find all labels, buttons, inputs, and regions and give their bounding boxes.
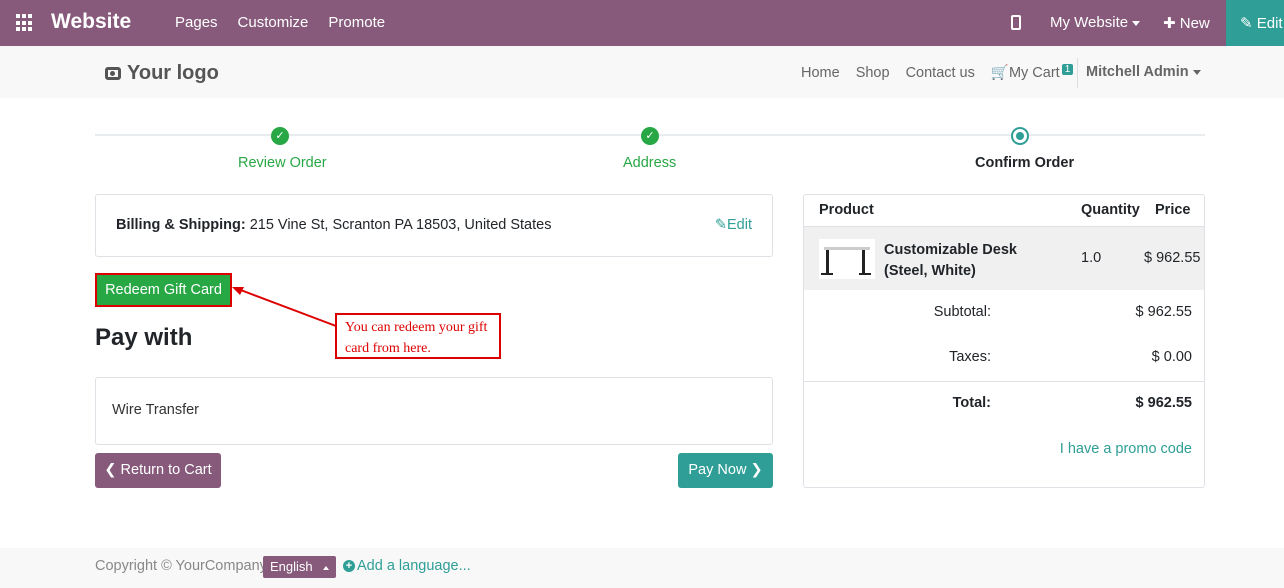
- admin-menu: Pages Customize Promote: [175, 14, 385, 31]
- nav-divider: [1077, 58, 1078, 88]
- step-current-dot-icon: [1011, 127, 1029, 145]
- summary-header-row: Product Quantity Price: [804, 195, 1204, 226]
- step-done-check-icon: ✓: [271, 127, 289, 145]
- pay-with-heading: Pay with: [95, 324, 193, 351]
- subtotal-value: $ 962.55: [1135, 304, 1192, 320]
- menu-pages[interactable]: Pages: [175, 14, 218, 31]
- site-nav: Home Shop Contact us 🛒My Cart 1: [801, 64, 1074, 81]
- plus-circle-icon: +: [343, 560, 355, 573]
- taxes-label: Taxes:: [949, 349, 991, 365]
- caret-down-icon: [1132, 20, 1141, 26]
- website-switcher[interactable]: My Website: [1050, 14, 1141, 31]
- product-quantity: 1.0: [1081, 250, 1102, 266]
- total-value: $ 962.55: [1135, 395, 1192, 411]
- subtotal-label: Subtotal:: [933, 304, 991, 320]
- page-footer: Copyright © YourCompany English + Add a l…: [0, 548, 1284, 588]
- product-image: [819, 239, 875, 279]
- nav-home[interactable]: Home: [801, 65, 840, 81]
- payment-method-label: Wire Transfer: [112, 402, 200, 418]
- annotation-line-1: You can redeem your gift: [345, 320, 488, 335]
- billing-edit-link[interactable]: ✎Edit: [715, 217, 752, 233]
- order-summary: Product Quantity Price Customizable Desk…: [803, 194, 1205, 488]
- user-name: Mitchell Admin: [1086, 64, 1189, 80]
- nav-shop[interactable]: Shop: [856, 65, 890, 81]
- website-switcher-label: My Website: [1050, 14, 1129, 31]
- caret-down-icon: [1192, 69, 1201, 75]
- product-price: $ 962.55: [1144, 250, 1201, 266]
- return-to-cart-label: Return to Cart: [120, 462, 212, 478]
- user-menu[interactable]: Mitchell Admin: [1086, 64, 1201, 80]
- language-selector[interactable]: English: [263, 556, 336, 578]
- app-title[interactable]: Website: [51, 10, 131, 34]
- promo-code-link[interactable]: I have a promo code: [1060, 441, 1192, 457]
- mobile-preview-icon[interactable]: [1011, 15, 1021, 30]
- nav-contact[interactable]: Contact us: [906, 65, 975, 81]
- col-price: Price: [1155, 202, 1191, 218]
- edit-icon: ✎: [714, 217, 727, 233]
- total-label: Total:: [952, 395, 991, 411]
- new-button[interactable]: ✚ New: [1163, 14, 1210, 32]
- payment-method-wire-transfer[interactable]: Wire Transfer: [95, 377, 773, 445]
- billing-shipping-card: Billing & Shipping: 215 Vine St, Scranto…: [95, 194, 773, 257]
- col-product: Product: [819, 202, 874, 218]
- language-label: English: [270, 559, 313, 574]
- annotation-line-2: card from here.: [345, 341, 431, 356]
- step-address[interactable]: Address: [623, 155, 676, 171]
- table-row: Customizable Desk (Steel, White) 1.0 $ 9…: [804, 226, 1204, 290]
- step-confirm-order: Confirm Order: [975, 155, 1075, 171]
- caret-up-icon: [322, 565, 329, 570]
- menu-customize[interactable]: Customize: [238, 14, 309, 31]
- apps-grid-icon[interactable]: [16, 14, 34, 32]
- edit-button-label: Edit: [1256, 15, 1283, 32]
- annotation-callout: You can redeem your gift card from here.: [335, 313, 501, 359]
- chevron-left-icon: ❮: [104, 462, 117, 478]
- step-done-check-icon: ✓: [641, 127, 659, 145]
- chevron-right-icon: ❯: [750, 462, 763, 478]
- col-quantity: Quantity: [1081, 202, 1140, 218]
- new-button-label: New: [1179, 15, 1210, 32]
- annotation-arrow: [232, 287, 337, 327]
- billing-address: 215 Vine St, Scranton PA 18503, United S…: [249, 217, 552, 233]
- cart-icon: 🛒: [990, 65, 1009, 81]
- site-logo[interactable]: Your logo: [105, 62, 219, 85]
- return-to-cart-button[interactable]: ❮ Return to Cart: [95, 453, 221, 488]
- menu-promote[interactable]: Promote: [328, 14, 385, 31]
- nav-cart[interactable]: 🛒My Cart 1: [990, 64, 1074, 81]
- billing-edit-label: Edit: [727, 217, 752, 233]
- cart-count-badge: 1: [1061, 64, 1074, 75]
- add-language-link[interactable]: + Add a language...: [343, 558, 471, 574]
- admin-topbar: Website Pages Customize Promote My Websi…: [0, 0, 1284, 46]
- site-header: Your logo Home Shop Contact us 🛒My Cart 1…: [0, 46, 1284, 98]
- pencil-icon: ✎: [1240, 15, 1253, 32]
- cart-label: My Cart: [1008, 65, 1060, 81]
- edit-button[interactable]: ✎ Edit: [1226, 0, 1284, 46]
- copyright-text: Copyright © YourCompany: [95, 558, 267, 574]
- pay-now-label: Pay Now: [688, 462, 747, 478]
- summary-divider: [804, 381, 1204, 382]
- add-language-label: Add a language...: [357, 558, 471, 574]
- logo-text: Your logo: [127, 62, 219, 84]
- product-name[interactable]: Customizable Desk (Steel, White): [884, 240, 1064, 282]
- redeem-gift-card-button[interactable]: Redeem Gift Card: [95, 273, 232, 307]
- taxes-value: $ 0.00: [1151, 349, 1192, 365]
- pay-now-button[interactable]: Pay Now ❯: [678, 453, 773, 488]
- billing-label: Billing & Shipping:: [116, 217, 246, 233]
- plus-icon: ✚: [1163, 15, 1176, 32]
- camera-icon: [105, 67, 121, 80]
- step-review-order[interactable]: Review Order: [238, 155, 327, 171]
